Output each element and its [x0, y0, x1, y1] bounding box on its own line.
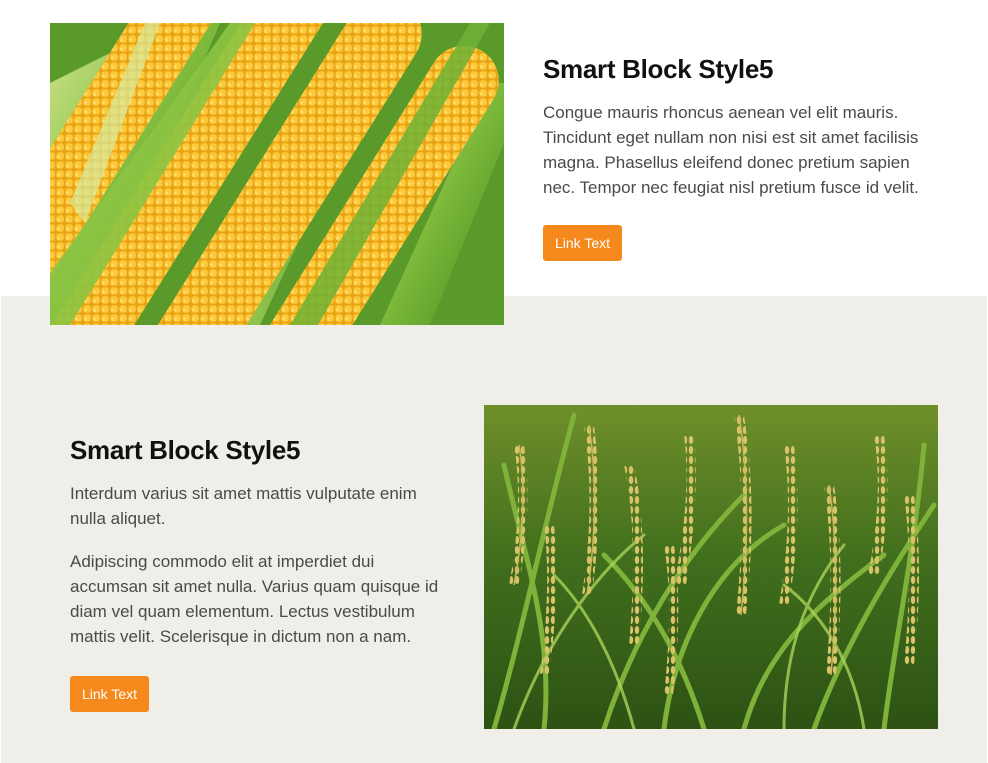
- smart-block-2-link-button[interactable]: Link Text: [70, 676, 149, 712]
- smart-block-2-content: Smart Block Style5 Interdum varius sit a…: [70, 435, 450, 712]
- smart-block-1-content: Smart Block Style5 Congue mauris rhoncus…: [543, 54, 923, 261]
- smart-block-1-title: Smart Block Style5: [543, 54, 774, 84]
- smart-block-1-link-button[interactable]: Link Text: [543, 225, 622, 261]
- smart-block-1-paragraph: Congue mauris rhoncus aenean vel elit ma…: [543, 103, 919, 197]
- smart-block-2-paragraph-2: Adipiscing commodo elit at imperdiet dui…: [70, 552, 439, 646]
- smart-block-2-title: Smart Block Style5: [70, 435, 301, 465]
- smart-block-2-paragraph-1: Interdum varius sit amet mattis vulputat…: [70, 484, 417, 528]
- corn-image: [50, 23, 504, 325]
- rice-field-image: [484, 405, 938, 729]
